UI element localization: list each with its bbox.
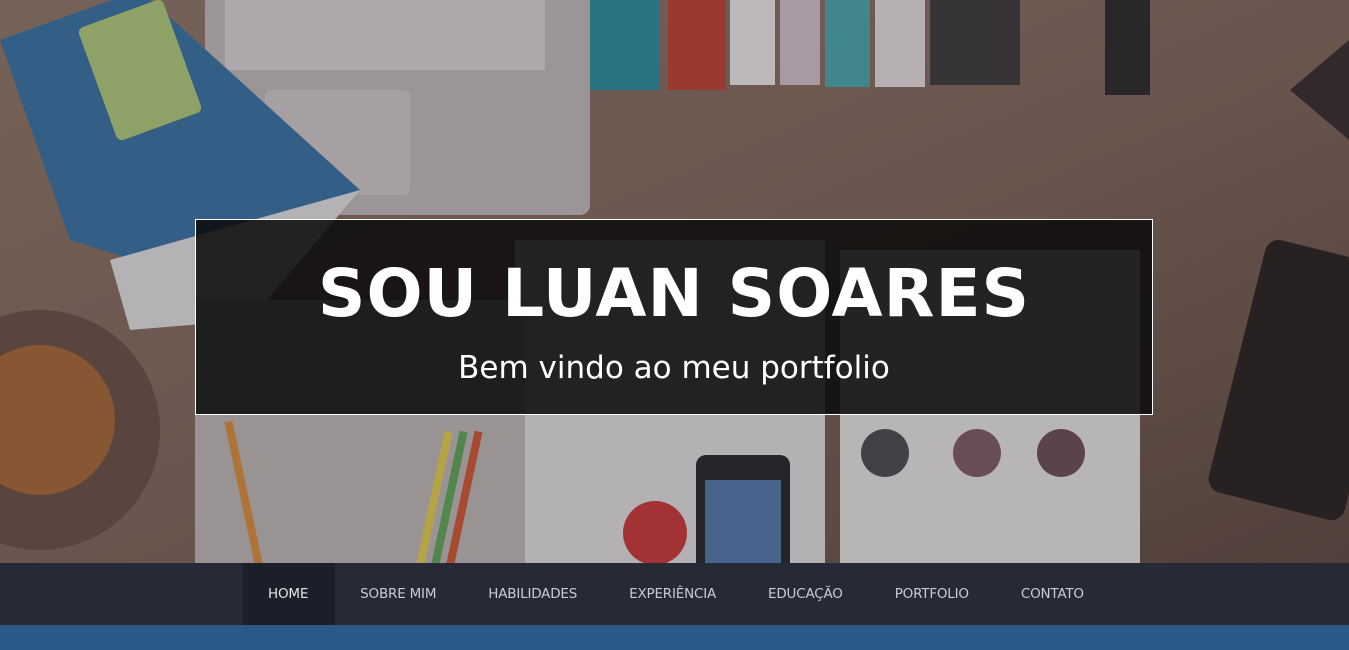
hero-section: SOU LUAN SOARES Bem vindo ao meu portfol… <box>0 0 1349 563</box>
nav-item-habilidades[interactable]: HABILIDADES <box>463 563 604 625</box>
nav-item-experiencia[interactable]: EXPERIÊNCIA <box>604 563 743 625</box>
section-top-strip <box>0 625 1349 650</box>
hero-title: SOU LUAN SOARES <box>317 255 1031 332</box>
hero-title-box: SOU LUAN SOARES Bem vindo ao meu portfol… <box>195 219 1153 415</box>
nav-item-portfolio[interactable]: PORTFOLIO <box>870 563 996 625</box>
nav-list: HOME SOBRE MIM HABILIDADES EXPERIÊNCIA E… <box>243 563 1111 625</box>
nav-item-contato[interactable]: CONTATO <box>996 563 1111 625</box>
hero-subtitle: Bem vindo ao meu portfolio <box>458 350 890 386</box>
main-navbar: HOME SOBRE MIM HABILIDADES EXPERIÊNCIA E… <box>0 563 1349 625</box>
nav-item-educacao[interactable]: EDUCAÇÃO <box>743 563 870 625</box>
nav-item-sobre-mim[interactable]: SOBRE MIM <box>335 563 463 625</box>
nav-item-home[interactable]: HOME <box>243 563 336 625</box>
